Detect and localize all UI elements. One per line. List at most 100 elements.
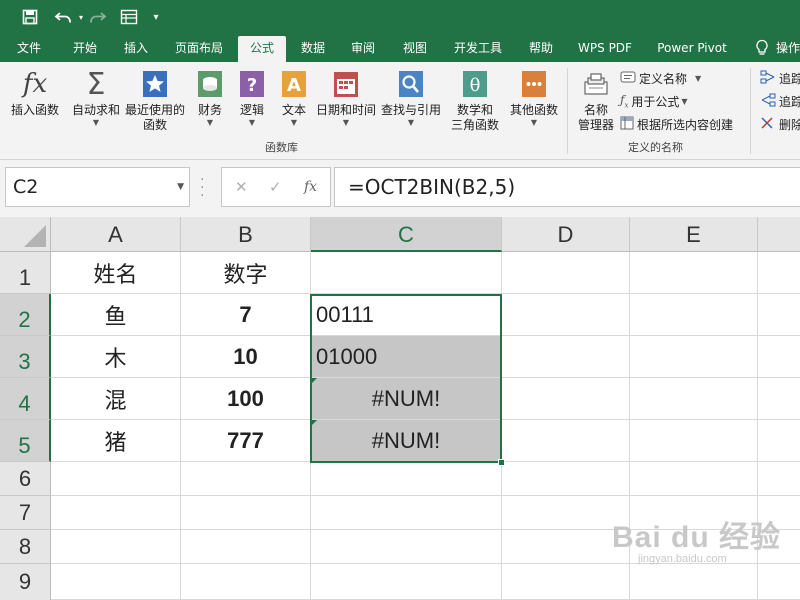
create-from-selection-button[interactable]: 根据所选内容创建 [620, 116, 733, 133]
recently-used-button[interactable]: 最近使用的 函数 [124, 68, 186, 133]
tab-wps-pdf[interactable]: WPS PDF [572, 34, 638, 62]
cell-a1[interactable]: 姓名 [51, 252, 181, 294]
cell-a9[interactable] [51, 564, 181, 600]
cell-f1[interactable] [758, 252, 800, 294]
cell-c2[interactable]: 00111 [311, 294, 502, 336]
tab-home[interactable]: 开始 [60, 34, 110, 62]
cell-e1[interactable] [630, 252, 758, 294]
cell-d8[interactable] [502, 530, 630, 564]
cell-d2[interactable] [502, 294, 630, 336]
cell-b5[interactable]: 777 [181, 420, 311, 462]
cell-c4[interactable]: #NUM! [311, 378, 502, 420]
splitter-handle[interactable]: · · · [200, 173, 204, 203]
cell-e8[interactable] [630, 530, 758, 564]
tab-file[interactable]: 文件 [5, 34, 53, 62]
tab-insert[interactable]: 插入 [112, 34, 160, 62]
cell-e9[interactable] [630, 564, 758, 600]
cell-d7[interactable] [502, 496, 630, 530]
financial-button[interactable]: 财务 ▼ [192, 68, 228, 128]
cell-d3[interactable] [502, 336, 630, 378]
cell-b4[interactable]: 100 [181, 378, 311, 420]
row-header-7[interactable]: 7 [0, 496, 51, 530]
cell-b9[interactable] [181, 564, 311, 600]
define-name-button[interactable]: 定义名称 ▼ [620, 70, 701, 87]
tab-formulas[interactable]: 公式 [238, 36, 286, 62]
row-header-1[interactable]: 1 [0, 252, 51, 294]
cell-d1[interactable] [502, 252, 630, 294]
insert-function-fx-icon[interactable]: fx [304, 168, 317, 206]
cell-b2[interactable]: 7 [181, 294, 311, 336]
cell-e2[interactable] [630, 294, 758, 336]
select-all-button[interactable] [0, 217, 51, 252]
math-trig-button[interactable]: θ 数学和 三角函数 [446, 68, 504, 133]
fill-handle[interactable] [498, 459, 505, 466]
autosum-button[interactable]: Σ 自动求和 ▼ [70, 68, 122, 128]
tab-power-pivot[interactable]: Power Pivot [650, 34, 734, 62]
cell-a5[interactable]: 猪 [51, 420, 181, 462]
cell-d4[interactable] [502, 378, 630, 420]
customize-icon[interactable]: ▾ [148, 5, 164, 29]
tab-developer[interactable]: 开发工具 [446, 34, 510, 62]
cell-b7[interactable] [181, 496, 311, 530]
undo-icon[interactable] [50, 5, 78, 29]
tab-tell-me[interactable]: 操作 [776, 34, 800, 62]
cell-f2[interactable] [758, 294, 800, 336]
formula-input[interactable]: =OCT2BIN(B2,5) [334, 167, 800, 207]
cell-a8[interactable] [51, 530, 181, 564]
cell-e7[interactable] [630, 496, 758, 530]
column-header-c[interactable]: C [311, 217, 502, 252]
redo-icon[interactable] [86, 5, 110, 29]
cell-e3[interactable] [630, 336, 758, 378]
cell-f3[interactable] [758, 336, 800, 378]
cell-a7[interactable] [51, 496, 181, 530]
row-header-4[interactable]: 4 [0, 378, 51, 420]
save-icon[interactable] [18, 5, 42, 29]
insert-function-button[interactable]: fx 插入函数 [8, 68, 62, 118]
row-header-6[interactable]: 6 [0, 462, 51, 496]
date-time-button[interactable]: 日期和时间 ▼ [314, 68, 378, 128]
cell-a6[interactable] [51, 462, 181, 496]
name-manager-button[interactable]: 名称 管理器 [574, 68, 618, 133]
cell-f6[interactable] [758, 462, 800, 496]
row-header-9[interactable]: 9 [0, 564, 51, 600]
cell-c8[interactable] [311, 530, 502, 564]
cell-f8[interactable] [758, 530, 800, 564]
cell-d6[interactable] [502, 462, 630, 496]
column-header-a[interactable]: A [51, 217, 181, 252]
cell-e4[interactable] [630, 378, 758, 420]
cell-f5[interactable] [758, 420, 800, 462]
cell-b6[interactable] [181, 462, 311, 496]
remove-arrows-button[interactable]: 删除 [760, 116, 800, 133]
lookup-reference-button[interactable]: 查找与引用 ▼ [380, 68, 442, 128]
row-header-3[interactable]: 3 [0, 336, 51, 378]
undo-dropdown-icon[interactable]: ▾ [76, 5, 86, 29]
tab-help[interactable]: 帮助 [518, 34, 564, 62]
cell-c5[interactable]: #NUM! [311, 420, 502, 462]
form-icon[interactable] [118, 5, 140, 29]
cell-a2[interactable]: 鱼 [51, 294, 181, 336]
cell-b3[interactable]: 10 [181, 336, 311, 378]
cell-c9[interactable] [311, 564, 502, 600]
cell-f4[interactable] [758, 378, 800, 420]
enter-check-icon[interactable]: ✓ [269, 168, 282, 206]
column-header-e[interactable]: E [630, 217, 758, 252]
cell-b8[interactable] [181, 530, 311, 564]
row-header-5[interactable]: 5 [0, 420, 51, 462]
trace-dependents-button[interactable]: 追踪 [760, 93, 800, 110]
text-button[interactable]: A 文本 ▼ [276, 68, 312, 128]
tab-view[interactable]: 视图 [392, 34, 438, 62]
column-header-f[interactable] [758, 217, 800, 252]
cell-d5[interactable] [502, 420, 630, 462]
column-header-d[interactable]: D [502, 217, 630, 252]
cell-f7[interactable] [758, 496, 800, 530]
chevron-down-icon[interactable]: ▼ [177, 168, 184, 206]
cell-a3[interactable]: 木 [51, 336, 181, 378]
lightbulb-icon[interactable] [752, 34, 772, 62]
trace-precedents-button[interactable]: 追踪 [760, 70, 800, 87]
cell-c1[interactable] [311, 252, 502, 294]
cell-b1[interactable]: 数字 [181, 252, 311, 294]
cell-a4[interactable]: 混 [51, 378, 181, 420]
logical-button[interactable]: ? 逻辑 ▼ [234, 68, 270, 128]
column-header-b[interactable]: B [181, 217, 311, 252]
spreadsheet-grid[interactable]: A B C D E 1 2 3 4 5 6 7 8 9 姓名 数字 鱼 7 00… [0, 217, 800, 600]
